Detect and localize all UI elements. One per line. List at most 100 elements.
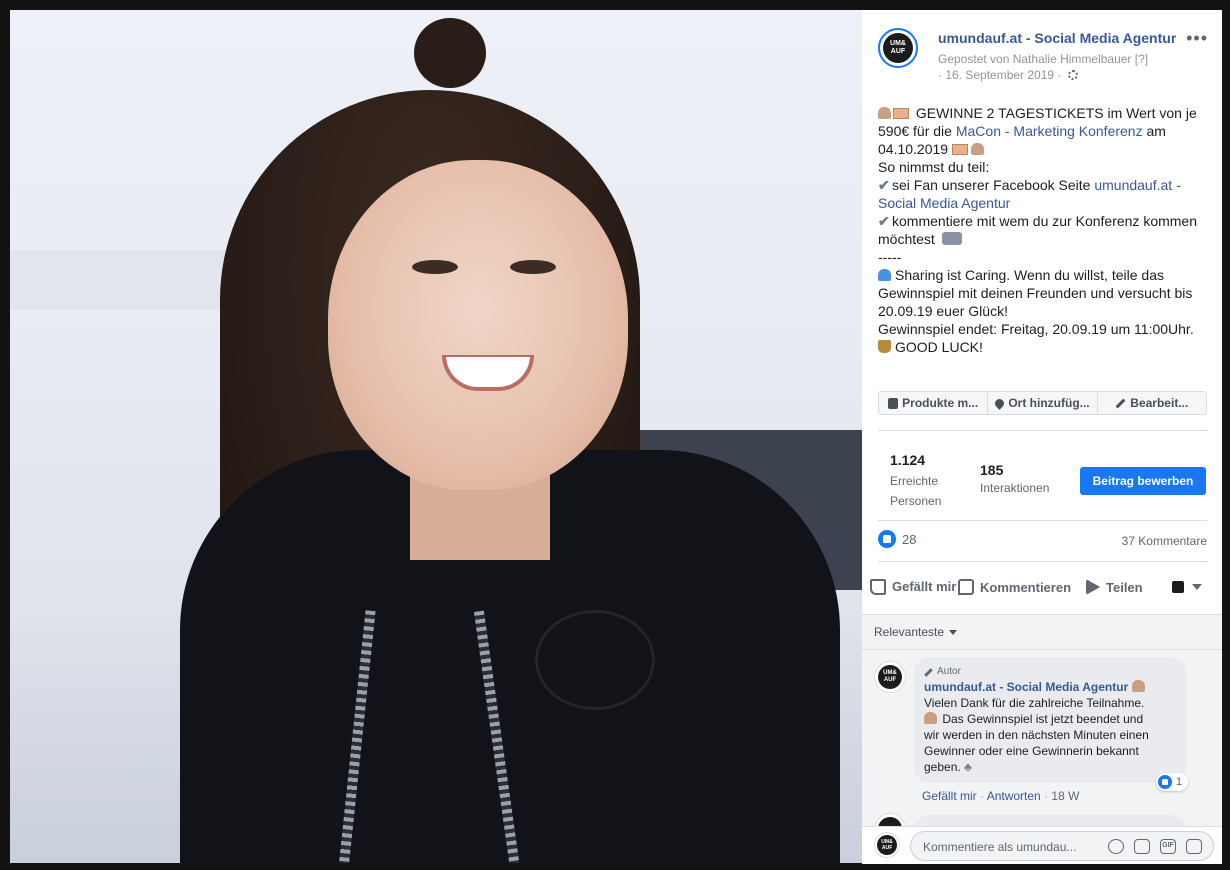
post-tag-bar: Produkte m... Ort hinzufüg... Bearbeit..… xyxy=(878,391,1207,415)
reaction-count[interactable]: 28 xyxy=(902,532,916,547)
comment-time[interactable]: 18 W xyxy=(1051,789,1079,803)
person-eye-right xyxy=(510,260,556,274)
person-face xyxy=(328,160,628,490)
share-icon xyxy=(1086,579,1100,595)
page-name-link[interactable]: umundauf.at - Social Media Agentur xyxy=(938,30,1176,46)
emoji-icon[interactable] xyxy=(1108,839,1124,854)
people-emoji-icon xyxy=(941,232,962,245)
gear-icon[interactable] xyxy=(1067,70,1078,80)
chevron-down-icon xyxy=(949,629,958,635)
comment-line-2: Vielen Dank für die zahlreiche Teilnahme… xyxy=(924,696,1145,710)
check-emoji-icon: ✔ xyxy=(878,213,890,229)
thumbs-up-icon xyxy=(883,535,891,543)
comment-reaction-badge[interactable]: 1 xyxy=(1156,773,1189,791)
composer-avatar[interactable]: UM& AUF xyxy=(874,832,900,858)
person-hair-bun xyxy=(414,18,486,88)
divider xyxy=(862,649,1222,650)
page-avatar-logo: UM& AUF xyxy=(883,33,913,63)
post-line-3: 04.10.2019 xyxy=(878,140,1208,158)
post-text: GEWINNE 2 TAGESTICKETS im Wert von je 59… xyxy=(878,104,1208,356)
post-line-13: Gewinnspiel endet: Freitag, 20.09.19 um … xyxy=(878,321,1194,337)
commenter-avatar[interactable]: UM& AUF xyxy=(874,661,906,693)
post-header: UM& AUF umundauf.at - Social Media Agent… xyxy=(876,26,1212,86)
gif-icon[interactable]: GIF xyxy=(1160,839,1176,854)
comment-bubble: Autor umundauf.at - Social Media Agentur… xyxy=(914,657,1186,783)
post-photo[interactable] xyxy=(10,10,862,863)
comment-composer: UM& AUF Kommentiere als umundau... GIF xyxy=(862,826,1222,864)
comment-line-1: umundauf.at - Social Media Agentur xyxy=(924,679,1176,695)
commenter-name-link[interactable]: umundauf.at - Social Media Agentur xyxy=(924,680,1128,694)
comment-like-link[interactable]: Gefällt mir xyxy=(922,789,977,803)
comment-reply-link[interactable]: Antworten xyxy=(987,789,1041,803)
comment-item: UM& AUF Autor umundauf.at - Social Media… xyxy=(862,657,1222,807)
separator: · xyxy=(1044,789,1049,803)
post-line-7: ✔ kommentiere mit wem du zur Konferenz ko… xyxy=(878,213,1197,229)
more-options-button[interactable]: ••• xyxy=(1186,28,1208,49)
page-avatar-small xyxy=(1172,581,1184,593)
post-line-6: Social Media Agentur xyxy=(878,194,1208,212)
heart-emoji-icon xyxy=(970,143,984,155)
composer-avatar-logo: UM& AUF xyxy=(877,835,897,855)
pencil-icon xyxy=(924,667,933,677)
like-button[interactable]: Gefällt mir xyxy=(870,579,958,595)
trophy-emoji-icon xyxy=(878,340,891,353)
location-pin-icon xyxy=(993,396,1007,410)
page-link[interactable]: umundauf.at - xyxy=(1094,177,1180,193)
page-link-cont[interactable]: Social Media Agentur xyxy=(878,195,1010,211)
reactions-summary: 28 37 Kommentare xyxy=(878,530,1207,552)
post-side-panel: UM& AUF umundauf.at - Social Media Agent… xyxy=(862,10,1222,864)
edit-post-button[interactable]: Bearbeit... xyxy=(1098,392,1206,414)
post-date[interactable]: · 16. September 2019 · xyxy=(938,68,1078,82)
ticket-emoji-icon xyxy=(951,144,968,155)
post-line-12: 20.09.19 euer Glück! xyxy=(878,303,1008,319)
jacket-logo-print xyxy=(535,610,655,710)
post-line-10: Sharing ist Caring. Wenn du willst, teil… xyxy=(878,266,1208,284)
heart-emoji-icon xyxy=(924,712,937,724)
boost-post-button[interactable]: Beitrag bewerben xyxy=(1080,467,1206,495)
heart-emoji-icon xyxy=(1131,680,1145,692)
post-line-5: ✔ sei Fan unserer Facebook Seite umundauf… xyxy=(878,177,1181,193)
post-line-1: GEWINNE 2 TAGESTICKETS im Wert von je xyxy=(878,104,1208,122)
comment-button[interactable]: Kommentieren xyxy=(958,579,1086,595)
thumbs-up-icon xyxy=(870,579,886,595)
posted-by-help[interactable]: [?] xyxy=(1135,52,1148,66)
heart-emoji-icon xyxy=(878,107,891,119)
comment-meta: Gefällt mir · Antworten · 18 W xyxy=(922,789,1079,803)
posted-by-text: Gepostet von Nathalie Himmelbauer xyxy=(938,52,1132,66)
macon-link[interactable]: MaCon - Marketing Konferenz xyxy=(956,123,1143,139)
divider xyxy=(878,561,1207,562)
share-button[interactable]: Teilen xyxy=(1086,579,1172,595)
sticker-icon[interactable] xyxy=(1186,839,1202,854)
person-eye-left xyxy=(412,260,458,274)
divider xyxy=(878,430,1207,431)
post-insights: 1.124 Erreichte Personen 185 Interaktion… xyxy=(878,440,1207,520)
like-reaction-icon[interactable] xyxy=(878,530,896,548)
add-location-button[interactable]: Ort hinzufüg... xyxy=(988,392,1098,414)
blue-heart-emoji-icon xyxy=(878,269,891,281)
chevron-down-icon xyxy=(1192,584,1202,590)
post-date-text: · 16. September 2019 · xyxy=(938,68,1062,82)
comment-icon xyxy=(958,579,974,595)
separator: · xyxy=(980,789,985,803)
commenter-avatar-logo: UM& AUF xyxy=(878,665,902,689)
post-actions: Gefällt mir Kommentieren Teilen xyxy=(870,564,1215,610)
comment-sort-dropdown[interactable]: Relevanteste xyxy=(874,625,958,639)
post-line-8: möchtest xyxy=(878,230,1208,248)
reach-value: 1.124 xyxy=(890,452,926,468)
ticket-emoji-icon xyxy=(893,108,909,119)
post-as-selector[interactable] xyxy=(1172,581,1202,593)
comment-line-3: Das Gewinnspiel ist jetzt beendet und xyxy=(924,711,1176,727)
camera-icon[interactable] xyxy=(1134,839,1150,854)
thumbs-up-icon xyxy=(1162,779,1168,785)
clover-emoji-icon: ♣ xyxy=(964,760,972,774)
comment-count[interactable]: 37 Kommentare xyxy=(1122,534,1207,548)
comment-text: umundauf.at - Social Media Agentur Viele… xyxy=(924,679,1176,775)
comment-line-6: geben. ♣ xyxy=(924,760,972,774)
comments-section: Relevanteste UM& AUF Autor umundauf.at -… xyxy=(862,614,1222,864)
check-emoji-icon: ✔ xyxy=(878,177,890,193)
page-avatar[interactable]: UM& AUF xyxy=(878,28,918,68)
post-line-4: So nimmst du teil: xyxy=(878,159,990,175)
tag-products-button[interactable]: Produkte m... xyxy=(879,392,989,414)
post-line-11: Gewinnspiel mit deinen Freunden und vers… xyxy=(878,285,1193,301)
pencil-icon xyxy=(1115,398,1126,408)
